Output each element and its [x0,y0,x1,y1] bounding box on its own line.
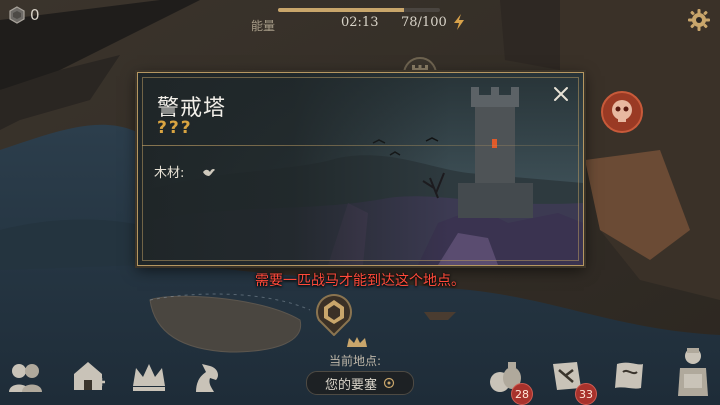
target-locate-icon [383,377,395,389]
current-location-label: 当前地点: [328,354,382,368]
army-soldier-icon[interactable] [670,346,716,398]
location-info-popup: 警戒塔 ??? 木材: [137,72,584,266]
coin-counter: 0 [8,6,40,24]
resource-row-wood: 木材: [154,162,216,181]
home-fortress-marker-icon[interactable] [313,290,355,336]
resource-label: 木材: [154,166,185,181]
build-house-icon[interactable] [68,356,108,396]
current-location-name: 您的要塞 [324,377,377,393]
current-location-button[interactable]: 您的要塞 [306,371,414,395]
settings-gear-icon[interactable] [687,8,711,32]
heroes-icon[interactable] [5,356,45,396]
map-count-badge: 33 [575,383,597,405]
close-icon[interactable] [552,85,570,103]
coin-count: 0 [30,6,40,24]
energy-count: 78/100 [401,15,447,30]
enemy-skull-marker-icon[interactable] [600,90,644,134]
crown-icon[interactable] [129,356,169,396]
energy-label: 能量 [251,19,276,33]
travel-requirement-warning: 需要一匹战马才能到达这个地点。 [255,273,465,289]
resources-count-badge: 28 [511,383,533,405]
quest-scroll-icon[interactable] [609,356,649,396]
popup-divider [142,145,579,146]
gem-coin-icon [9,6,25,24]
lightning-icon [454,14,464,30]
small-crown-icon [347,337,367,347]
horse-icon[interactable] [186,356,226,396]
bird-icon [203,168,216,176]
energy-bar [278,8,440,12]
location-subtitle: ??? [157,118,193,138]
energy-timer: 02:13 [341,15,379,30]
energy-bar-fill [278,8,405,12]
